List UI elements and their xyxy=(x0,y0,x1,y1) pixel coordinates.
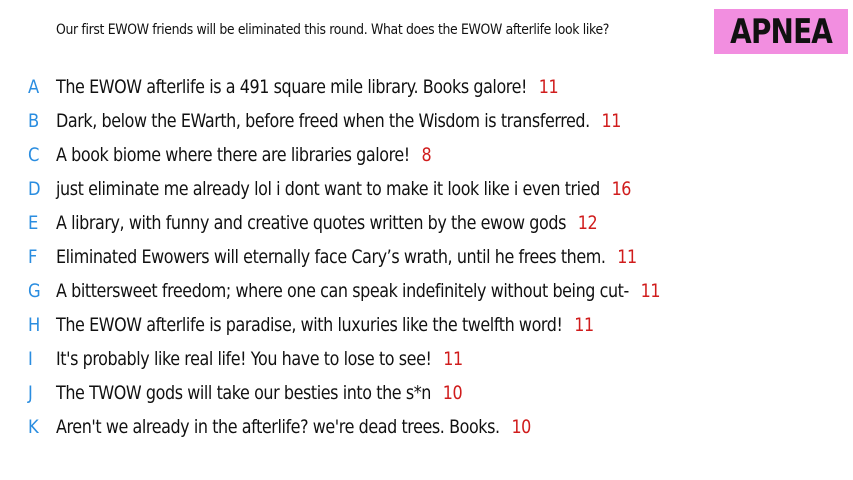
response-letter: C xyxy=(28,144,40,166)
response-row: G A bittersweet freedom; where one can s… xyxy=(0,277,853,307)
response-line: A book biome where there are libraries g… xyxy=(56,144,432,166)
word-count: 11 xyxy=(617,246,637,268)
word-count: 10 xyxy=(442,382,463,404)
response-row: A The EWOW afterlife is a 491 square mil… xyxy=(0,73,853,103)
response-letter: K xyxy=(28,416,39,438)
word-count: 11 xyxy=(640,280,661,302)
word-count: 16 xyxy=(611,178,632,200)
response-row: E A library, with funny and creative quo… xyxy=(0,209,853,239)
response-letter: D xyxy=(28,178,41,200)
response-row: D just eliminate me already lol i dont w… xyxy=(0,175,853,205)
title-badge: APNEA xyxy=(714,9,848,54)
response-letter: H xyxy=(28,314,41,336)
response-row: H The EWOW afterlife is paradise, with l… xyxy=(0,311,853,341)
response-letter: B xyxy=(28,110,40,132)
response-text: A library, with funny and creative quote… xyxy=(56,212,566,234)
response-line: Aren't we already in the afterlife? we'r… xyxy=(56,416,531,438)
response-line: Dark, below the EWarth, before freed whe… xyxy=(56,110,621,132)
response-line: The TWOW gods will take our besties into… xyxy=(56,382,463,404)
response-line: The EWOW afterlife is a 491 square mile … xyxy=(56,76,559,98)
response-text: A bittersweet freedom; where one can spe… xyxy=(56,280,629,302)
response-line: It's probably like real life! You have t… xyxy=(56,348,463,370)
response-text: Eliminated Ewowers will eternally face C… xyxy=(56,246,606,268)
response-text: just eliminate me already lol i dont wan… xyxy=(56,178,600,200)
response-line: A library, with funny and creative quote… xyxy=(56,212,598,234)
response-letter: J xyxy=(28,382,33,404)
word-count: 10 xyxy=(511,416,531,438)
word-count: 11 xyxy=(443,348,463,370)
title-label: APNEA xyxy=(730,11,833,52)
response-line: just eliminate me already lol i dont wan… xyxy=(56,178,631,200)
response-letter: A xyxy=(28,76,40,98)
prompt-text: Our first EWOW friends will be eliminate… xyxy=(56,22,610,38)
response-letter: F xyxy=(28,246,38,268)
response-row: K Aren't we already in the afterlife? we… xyxy=(0,413,853,443)
response-text: A book biome where there are libraries g… xyxy=(56,144,410,166)
word-count: 12 xyxy=(577,212,598,234)
response-row: I It's probably like real life! You have… xyxy=(0,345,853,375)
response-letter: G xyxy=(28,280,41,302)
response-row: B Dark, below the EWarth, before freed w… xyxy=(0,107,853,137)
word-count: 11 xyxy=(601,110,622,132)
response-text: The EWOW afterlife is paradise, with lux… xyxy=(56,314,563,336)
response-row: C A book biome where there are libraries… xyxy=(0,141,853,171)
response-text: Dark, below the EWarth, before freed whe… xyxy=(56,110,590,132)
word-count: 11 xyxy=(574,314,594,336)
response-text: It's probably like real life! You have t… xyxy=(56,348,432,370)
response-letter: E xyxy=(28,212,39,234)
response-letter: I xyxy=(28,348,33,370)
response-line: Eliminated Ewowers will eternally face C… xyxy=(56,246,637,268)
response-text: Aren't we already in the afterlife? we'r… xyxy=(56,416,500,438)
response-line: A bittersweet freedom; where one can spe… xyxy=(56,280,661,302)
response-line: The EWOW afterlife is paradise, with lux… xyxy=(56,314,594,336)
word-count: 8 xyxy=(421,144,432,166)
response-text: The EWOW afterlife is a 491 square mile … xyxy=(56,76,527,98)
word-count: 11 xyxy=(538,76,559,98)
response-row: F Eliminated Ewowers will eternally face… xyxy=(0,243,853,273)
response-text: The TWOW gods will take our besties into… xyxy=(56,382,431,404)
response-row: J The TWOW gods will take our besties in… xyxy=(0,379,853,409)
